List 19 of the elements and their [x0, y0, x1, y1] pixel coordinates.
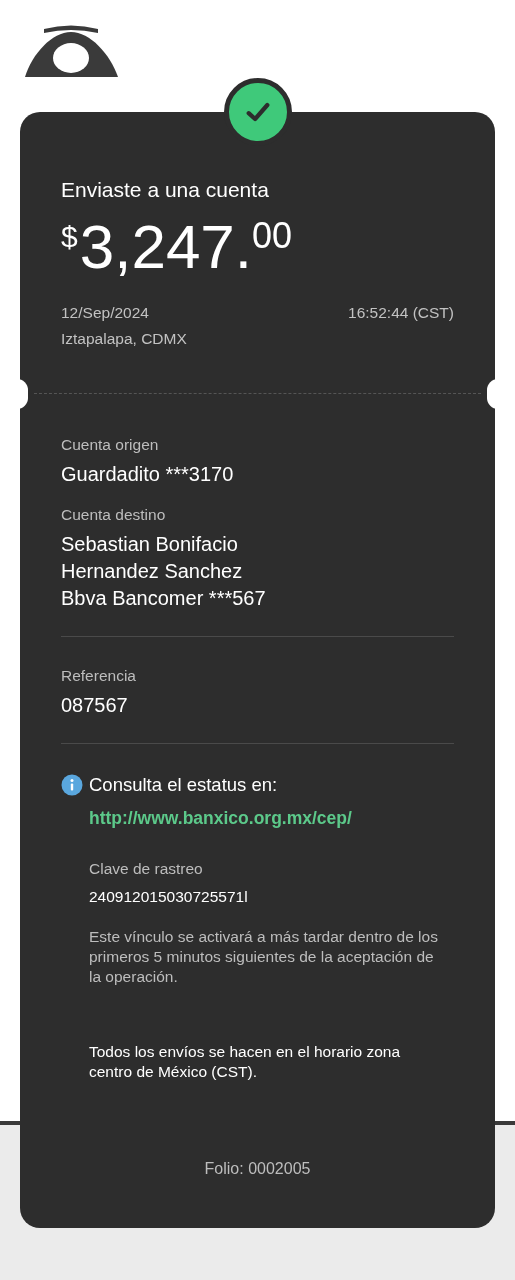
tracking-value: 240912015030725571l — [89, 887, 249, 907]
field-value: Sebastian Bonifacio Hernandez Sanchez Bbva Bancomer ***567 — [61, 532, 267, 611]
tracking-label: Clave de rastreo — [89, 859, 204, 879]
folio: Folio: 0002005 — [203, 1160, 312, 1178]
field-value: Guardadito ***3170 — [61, 462, 235, 487]
field-label: Cuenta destino — [61, 506, 167, 524]
field-label: Cuenta origen — [61, 436, 160, 454]
activation-note: Este vínculo se activará a más tardar dentro de los primeros 5 minutos siguientes de la aceptación de la operación. — [89, 927, 439, 987]
field-value: 087567 — [61, 693, 129, 718]
time: 16:52:44 (CST) — [348, 304, 454, 322]
location: Iztapalapa, CDMX — [61, 330, 188, 348]
receipt-title: Enviaste a una cuenta — [61, 178, 270, 202]
status-heading: Consulta el estatus en: — [89, 774, 278, 796]
status-link[interactable]: http://www.banxico.org.mx/cep/ — [89, 808, 352, 829]
date: 12/Sep/2024 — [61, 304, 149, 322]
field-label: Referencia — [61, 667, 137, 685]
info-icon — [61, 774, 83, 796]
logo-icon — [24, 24, 119, 79]
schedule-note: Todos los envíos se hacen en el horario zona centro de México (CST). — [89, 1042, 402, 1082]
